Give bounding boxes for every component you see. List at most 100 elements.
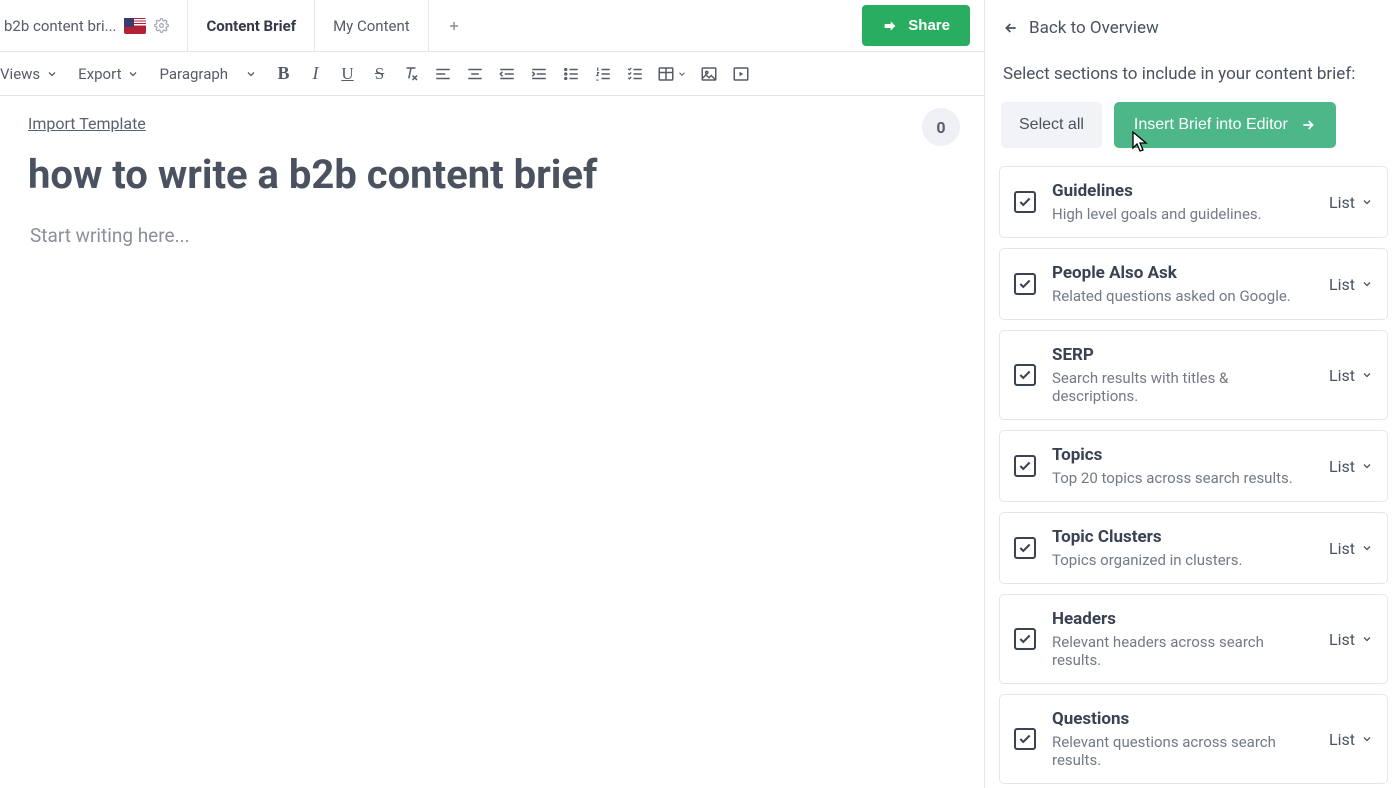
section-desc: Relevant headers across search results. bbox=[1052, 633, 1313, 669]
editor-placeholder[interactable]: Start writing here... bbox=[30, 224, 956, 247]
section-title: Topics bbox=[1052, 445, 1313, 465]
tab-content-brief-label: Content Brief bbox=[206, 17, 296, 35]
section-title: People Also Ask bbox=[1052, 263, 1313, 283]
back-to-overview-link[interactable]: Back to Overview bbox=[999, 18, 1388, 38]
indent-button[interactable] bbox=[523, 58, 555, 90]
chevron-down-icon bbox=[1361, 196, 1373, 208]
insert-brief-button[interactable]: Insert Brief into Editor bbox=[1114, 102, 1336, 148]
chevron-down-icon bbox=[46, 68, 58, 80]
section-checkbox[interactable] bbox=[1014, 728, 1036, 750]
chevron-down-icon bbox=[1361, 460, 1373, 472]
section-mode-label: List bbox=[1329, 630, 1355, 649]
editor-area: Import Template 0 how to write a b2b con… bbox=[0, 96, 984, 788]
section-mode-dropdown[interactable]: List bbox=[1329, 193, 1373, 212]
section-desc: Search results with titles & description… bbox=[1052, 369, 1313, 405]
tab-content-brief[interactable]: Content Brief bbox=[188, 0, 315, 51]
section-mode-dropdown[interactable]: List bbox=[1329, 730, 1373, 749]
bullet-list-button[interactable] bbox=[555, 58, 587, 90]
share-icon bbox=[882, 18, 898, 34]
section-title: SERP bbox=[1052, 345, 1313, 365]
top-tabs: b2b content bri... Content Brief My Cont… bbox=[0, 0, 984, 52]
section-card: Topics Top 20 topics across search resul… bbox=[999, 430, 1388, 502]
section-mode-dropdown[interactable]: List bbox=[1329, 275, 1373, 294]
underline-button[interactable]: U bbox=[331, 58, 363, 90]
share-button[interactable]: Share bbox=[862, 5, 970, 46]
section-title: Headers bbox=[1052, 609, 1313, 629]
section-card: Guidelines High level goals and guidelin… bbox=[999, 166, 1388, 238]
section-checkbox[interactable] bbox=[1014, 537, 1036, 559]
chevron-down-icon bbox=[1361, 633, 1373, 645]
section-desc: Relevant questions across search results… bbox=[1052, 733, 1313, 769]
chevron-down-icon bbox=[1361, 542, 1373, 554]
views-dropdown[interactable]: Views bbox=[0, 52, 68, 95]
section-checkbox[interactable] bbox=[1014, 273, 1036, 295]
tab-my-content[interactable]: My Content bbox=[315, 0, 429, 51]
back-label: Back to Overview bbox=[1029, 18, 1159, 38]
section-title: Topic Clusters bbox=[1052, 527, 1313, 547]
align-left-button[interactable] bbox=[427, 58, 459, 90]
tab-my-content-label: My Content bbox=[333, 17, 410, 35]
checklist-button[interactable] bbox=[619, 58, 651, 90]
clear-format-button[interactable] bbox=[395, 58, 427, 90]
word-count-badge: 0 bbox=[922, 108, 960, 146]
chevron-down-icon bbox=[1361, 733, 1373, 745]
section-mode-label: List bbox=[1329, 457, 1355, 476]
brief-sidebar: Back to Overview Select sections to incl… bbox=[985, 0, 1400, 788]
arrow-right-icon bbox=[1300, 117, 1316, 133]
section-mode-dropdown[interactable]: List bbox=[1329, 539, 1373, 558]
section-checkbox[interactable] bbox=[1014, 364, 1036, 386]
section-checkbox[interactable] bbox=[1014, 191, 1036, 213]
section-desc: High level goals and guidelines. bbox=[1052, 205, 1313, 223]
bold-button[interactable]: B bbox=[267, 58, 299, 90]
import-template-link[interactable]: Import Template bbox=[28, 114, 146, 133]
section-mode-label: List bbox=[1329, 193, 1355, 212]
tab-document[interactable]: b2b content bri... bbox=[0, 0, 188, 51]
section-mode-label: List bbox=[1329, 366, 1355, 385]
chevron-down-icon bbox=[1361, 278, 1373, 290]
numbered-list-button[interactable] bbox=[587, 58, 619, 90]
section-card: Headers Relevant headers across search r… bbox=[999, 594, 1388, 684]
section-mode-dropdown[interactable]: List bbox=[1329, 630, 1373, 649]
section-desc: Related questions asked on Google. bbox=[1052, 287, 1313, 305]
chevron-down-icon bbox=[677, 69, 687, 79]
section-card: SERP Search results with titles & descri… bbox=[999, 330, 1388, 420]
section-card: Topic Clusters Topics organized in clust… bbox=[999, 512, 1388, 584]
section-checkbox[interactable] bbox=[1014, 628, 1036, 650]
section-card: People Also Ask Related questions asked … bbox=[999, 248, 1388, 320]
sections-list: Guidelines High level goals and guidelin… bbox=[999, 166, 1388, 788]
section-mode-label: List bbox=[1329, 275, 1355, 294]
section-title: Questions bbox=[1052, 709, 1313, 729]
sidebar-prompt: Select sections to include in your conte… bbox=[999, 64, 1388, 84]
video-button[interactable] bbox=[725, 58, 757, 90]
export-dropdown[interactable]: Export bbox=[68, 52, 149, 95]
section-desc: Topics organized in clusters. bbox=[1052, 551, 1313, 569]
section-desc: Top 20 topics across search results. bbox=[1052, 469, 1313, 487]
insert-brief-label: Insert Brief into Editor bbox=[1134, 116, 1288, 134]
select-all-button[interactable]: Select all bbox=[1001, 102, 1102, 148]
section-title: Guidelines bbox=[1052, 181, 1313, 201]
paragraph-dropdown[interactable]: Paragraph bbox=[149, 52, 267, 95]
section-card: Questions Relevant questions across sear… bbox=[999, 694, 1388, 784]
section-mode-dropdown[interactable]: List bbox=[1329, 457, 1373, 476]
section-mode-dropdown[interactable]: List bbox=[1329, 366, 1373, 385]
outdent-button[interactable] bbox=[491, 58, 523, 90]
add-tab-button[interactable] bbox=[429, 0, 479, 51]
us-flag-icon bbox=[124, 18, 146, 34]
chevron-down-icon bbox=[1361, 369, 1373, 381]
section-mode-label: List bbox=[1329, 539, 1355, 558]
gear-icon[interactable] bbox=[154, 18, 169, 33]
section-mode-label: List bbox=[1329, 730, 1355, 749]
section-checkbox[interactable] bbox=[1014, 455, 1036, 477]
table-button[interactable] bbox=[651, 58, 693, 90]
tab-document-label: b2b content bri... bbox=[4, 17, 116, 35]
align-center-button[interactable] bbox=[459, 58, 491, 90]
chevron-down-icon bbox=[127, 68, 139, 80]
italic-button[interactable]: I bbox=[299, 58, 331, 90]
chevron-down-icon bbox=[245, 68, 257, 80]
document-title[interactable]: how to write a b2b content brief bbox=[28, 151, 956, 198]
arrow-left-icon bbox=[1003, 20, 1019, 36]
image-button[interactable] bbox=[693, 58, 725, 90]
strikethrough-button[interactable]: S bbox=[363, 58, 395, 90]
share-label: Share bbox=[908, 17, 950, 34]
editor-toolbar: Views Export Paragraph B I U S bbox=[0, 52, 984, 96]
